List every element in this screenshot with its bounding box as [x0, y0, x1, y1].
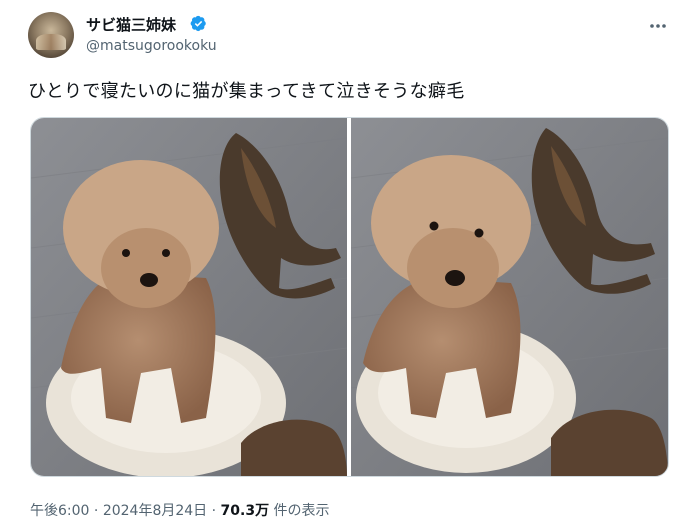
- photo-right[interactable]: [351, 118, 668, 476]
- views-label: 件の表示: [269, 503, 330, 519]
- tweet-card: サビ猫三姉妹 @matsugorookoku ひとりで寝たいのに猫が集まってきて…: [0, 0, 680, 531]
- display-name[interactable]: サビ猫三姉妹: [86, 14, 176, 35]
- more-options-icon[interactable]: [648, 16, 668, 36]
- meta-separator: ·: [89, 503, 103, 519]
- photo-left[interactable]: [31, 118, 347, 476]
- media-grid: [30, 117, 669, 477]
- tweet-date[interactable]: 2024年8月24日: [103, 503, 207, 519]
- tweet-time[interactable]: 午後6:00: [30, 503, 89, 519]
- user-avatar[interactable]: [28, 12, 74, 58]
- dog-on-cushion-photo: [31, 118, 347, 476]
- tweet-text: ひとりで寝たいのに猫が集まってきて泣きそうな癖毛: [28, 81, 465, 102]
- verified-badge-icon: [190, 15, 206, 32]
- tweet-metadata: 午後6:00 · 2024年8月24日 · 70.3万 件の表示: [30, 500, 330, 520]
- views-count[interactable]: 70.3万: [221, 503, 270, 519]
- user-handle[interactable]: @matsugorookoku: [86, 38, 217, 54]
- meta-separator: ·: [207, 503, 221, 519]
- dog-on-cushion-photo: [351, 118, 668, 476]
